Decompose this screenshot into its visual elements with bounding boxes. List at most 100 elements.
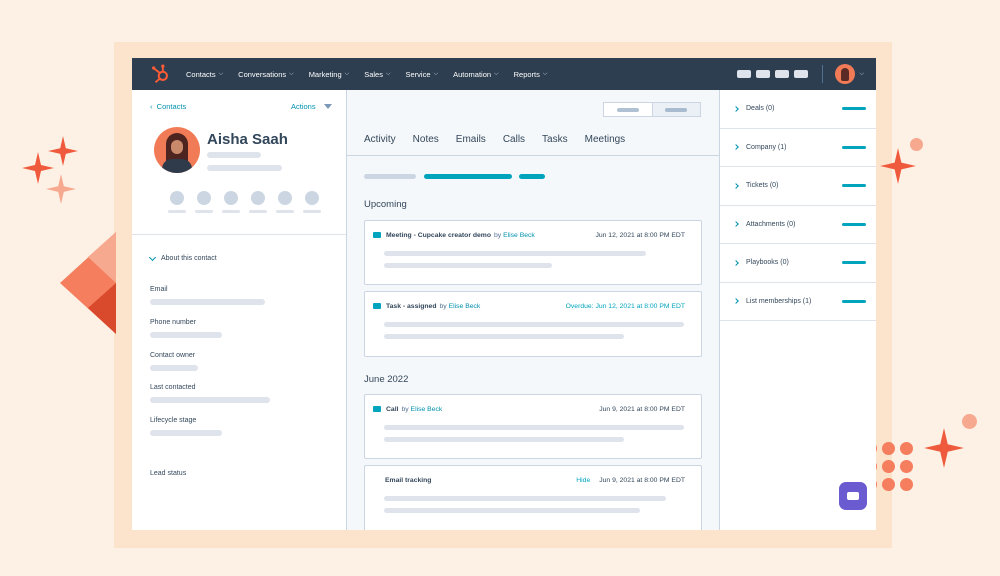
card-title: Task - assigned	[386, 302, 437, 310]
nav-utility-button[interactable]	[775, 70, 790, 78]
nav-utility-button[interactable]	[756, 70, 771, 78]
nav-divider	[822, 65, 824, 83]
card-by: by Elise Beck	[401, 405, 443, 413]
nav-reports[interactable]: Reports ⌵	[514, 70, 548, 79]
nav-marketing[interactable]: Marketing ⌵	[309, 70, 350, 79]
chat-widget-button[interactable]	[839, 482, 867, 510]
view-toggle	[603, 102, 701, 117]
tab-emails[interactable]: Emails	[456, 134, 486, 155]
nav-label: Contacts	[186, 69, 216, 79]
association-label: Tickets (0)	[746, 182, 779, 190]
property-label-owner: Contact owner	[150, 352, 196, 359]
card-title: Email tracking	[385, 476, 432, 484]
quick-action-button[interactable]	[271, 191, 298, 213]
quick-action-button[interactable]	[217, 191, 244, 213]
chevron-left-icon: ‹	[150, 102, 157, 111]
association-indicator	[842, 145, 866, 149]
property-value-bar[interactable]	[150, 430, 222, 436]
association-playbooks[interactable]: Playbooks (0)	[720, 244, 876, 283]
property-label-phone: Phone number	[150, 319, 196, 326]
chevron-right-icon	[733, 182, 739, 189]
chevron-down-icon: ⌵	[344, 70, 350, 77]
section-june-2022: June 2022	[364, 374, 409, 385]
chevron-down-icon: ⌵	[433, 70, 439, 77]
nav-utility-button[interactable]	[794, 70, 809, 78]
tab-calls[interactable]: Calls	[503, 134, 525, 155]
sparkle-icon	[924, 428, 964, 468]
meeting-icon	[373, 232, 381, 238]
placeholder-bar	[384, 322, 684, 327]
tab-meetings[interactable]: Meetings	[585, 134, 626, 155]
card-author[interactable]: Elise Beck	[449, 303, 481, 310]
quick-action-button[interactable]	[190, 191, 217, 213]
nav-label: Automation	[453, 69, 492, 79]
association-attachments[interactable]: Attachments (0)	[720, 206, 876, 244]
actions-dropdown[interactable]: Actions	[291, 102, 332, 111]
property-label-last-contacted: Last contacted	[150, 384, 196, 391]
hubspot-logo-icon[interactable]	[150, 63, 172, 85]
contact-avatar	[154, 127, 200, 173]
association-tickets[interactable]: Tickets (0)	[720, 167, 876, 206]
card-author[interactable]: Elise Beck	[411, 406, 443, 413]
placeholder-bar	[384, 251, 646, 256]
timeline-card-email-tracking[interactable]: Email tracking Hide Jun 9, 2021 at 8:00 …	[364, 465, 702, 530]
nav-service[interactable]: Service ⌵	[406, 70, 439, 79]
timeline-card-meeting[interactable]: Meeting - Cupcake creator demo by Elise …	[364, 220, 702, 285]
property-value-bar[interactable]	[150, 299, 265, 305]
app-window: Contacts ⌵ Conversations ⌵ Marketing ⌵ Sale…	[132, 58, 876, 530]
nav-conversations[interactable]: Conversations ⌵	[238, 70, 294, 79]
association-label: Playbooks (0)	[746, 259, 789, 267]
chevron-down-icon: ⌵	[542, 70, 548, 77]
placeholder-bar	[207, 165, 282, 171]
filter-bar[interactable]	[424, 174, 512, 179]
placeholder-bar	[384, 263, 552, 268]
card-date: Jun 9, 2021 at 8:00 PM EDT	[599, 476, 685, 484]
back-to-contacts-link[interactable]: ‹ Contacts	[150, 102, 186, 111]
view-toggle-option[interactable]	[604, 103, 652, 116]
quick-action-button[interactable]	[244, 191, 271, 213]
decorative-dot	[910, 138, 923, 151]
association-label: List memberships (1)	[746, 297, 812, 305]
user-avatar[interactable]	[835, 64, 856, 84]
association-deals[interactable]: Deals (0)	[720, 90, 876, 129]
tab-activity[interactable]: Activity	[364, 134, 396, 155]
association-indicator	[842, 184, 866, 187]
nav-contacts[interactable]: Contacts ⌵	[186, 70, 223, 79]
property-value-bar[interactable]	[150, 332, 222, 338]
timeline-card-call[interactable]: Call by Elise Beck Jun 9, 2021 at 8:00 P…	[364, 394, 702, 459]
filter-bar[interactable]	[364, 174, 416, 179]
card-author[interactable]: Elise Beck	[503, 232, 535, 239]
hide-button[interactable]: Hide	[576, 477, 590, 484]
association-label: Deals (0)	[746, 105, 775, 113]
quick-action-button[interactable]	[298, 191, 325, 213]
card-date: Jun 12, 2021 at 8:00 PM EDT	[595, 231, 685, 239]
sparkle-icon	[46, 174, 76, 204]
tab-notes[interactable]: Notes	[413, 134, 439, 155]
back-link-label: Contacts	[156, 102, 187, 111]
nav-label: Marketing	[308, 69, 342, 79]
property-label-lead-status: Lead status	[150, 470, 187, 477]
association-indicator	[842, 261, 866, 264]
property-value-bar[interactable]	[150, 397, 270, 403]
chevron-down-icon[interactable]: ⌵	[859, 71, 864, 78]
about-contact-toggle[interactable]: About this contact	[148, 253, 217, 262]
nav-label: Conversations	[238, 69, 287, 79]
decorative-dot	[962, 414, 977, 429]
timeline-tabs: Activity Notes Emails Calls Tasks Meetin…	[347, 134, 719, 156]
quick-action-button[interactable]	[163, 191, 190, 213]
card-date: Jun 9, 2021 at 8:00 PM EDT	[599, 405, 685, 413]
nav-utility-button[interactable]	[737, 70, 752, 78]
about-label: About this contact	[161, 255, 217, 262]
nav-automation[interactable]: Automation ⌵	[453, 70, 499, 79]
tab-tasks[interactable]: Tasks	[542, 134, 568, 155]
association-list-memberships[interactable]: List memberships (1)	[720, 283, 876, 321]
activity-timeline: Activity Notes Emails Calls Tasks Meetin…	[347, 90, 720, 530]
filter-bar[interactable]	[519, 174, 545, 179]
association-company[interactable]: Company (1)	[720, 129, 876, 167]
view-toggle-option[interactable]	[651, 103, 700, 116]
property-value-bar[interactable]	[150, 365, 198, 371]
nav-sales[interactable]: Sales ⌵	[364, 70, 390, 79]
caret-down-icon	[323, 104, 332, 109]
timeline-card-task[interactable]: Task - assigned by Elise Beck Overdue: J…	[364, 291, 702, 357]
top-navigation: Contacts ⌵ Conversations ⌵ Marketing ⌵ Sale…	[132, 58, 876, 90]
